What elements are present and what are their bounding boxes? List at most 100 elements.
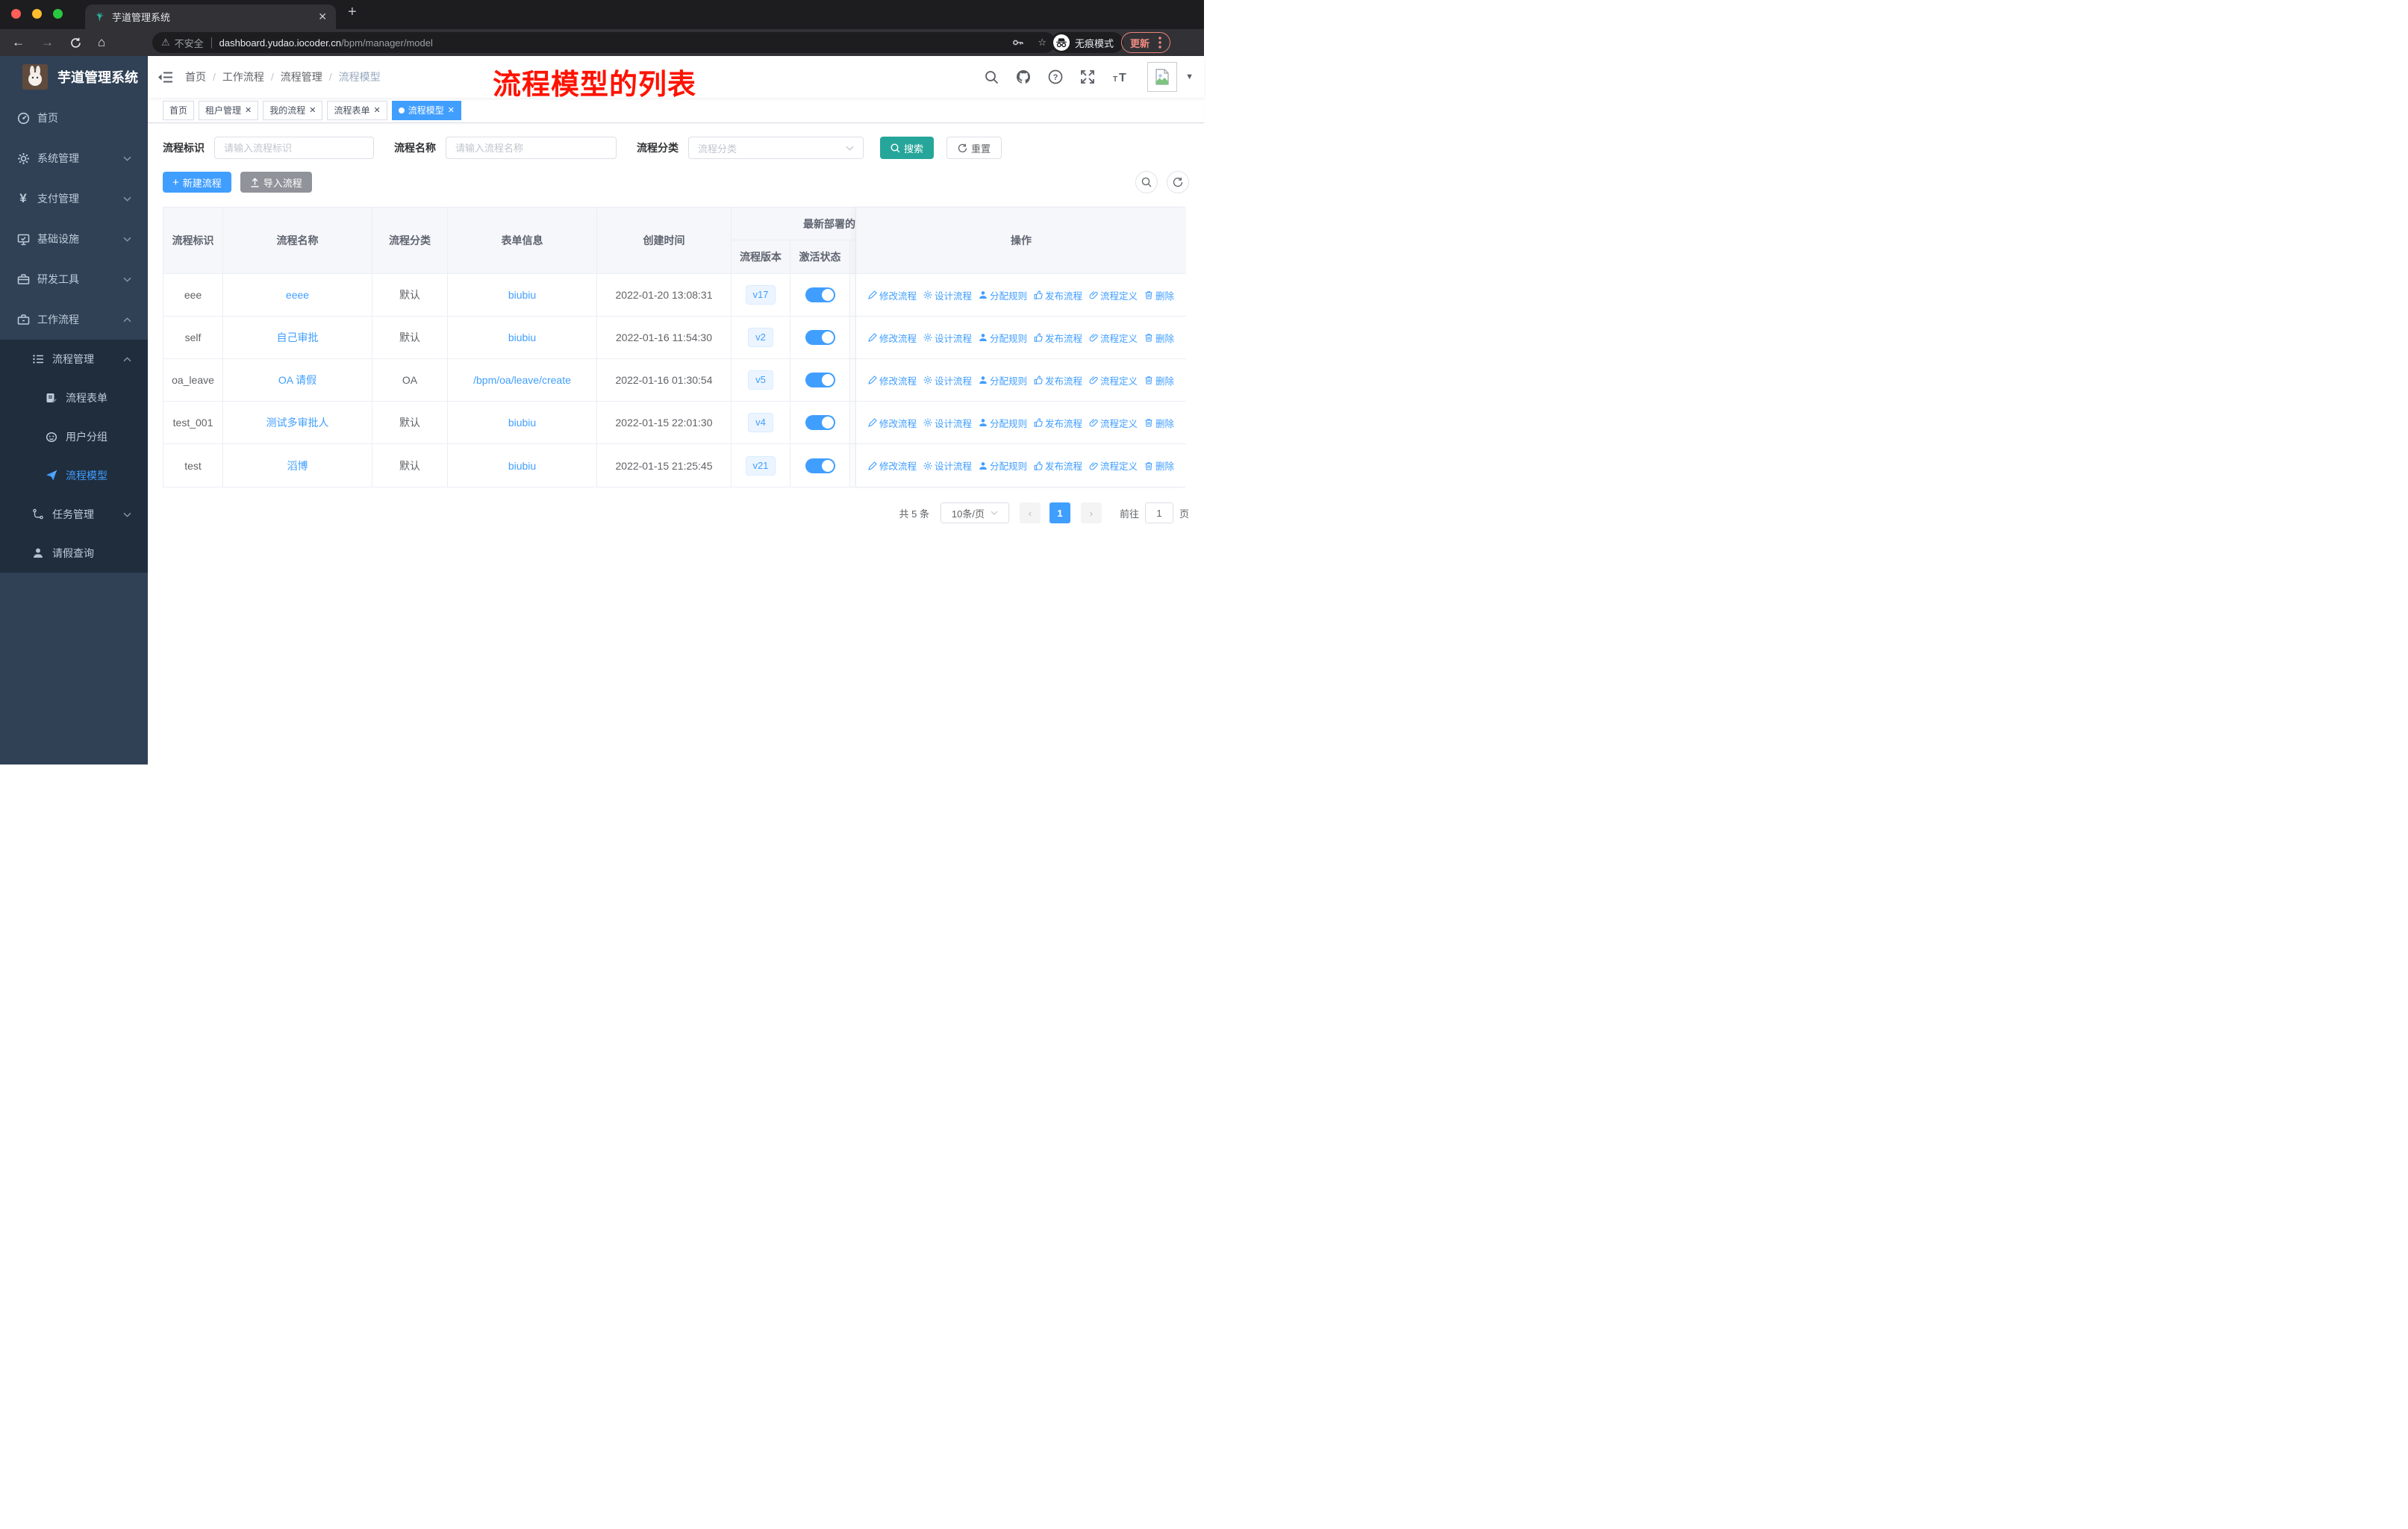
tag-process-model[interactable]: 流程模型 ✕ (391, 100, 461, 120)
toggle-search-button[interactable] (1135, 171, 1158, 193)
design-process-action[interactable]: 设计流程 (923, 288, 972, 302)
assign-rule-action[interactable]: 分配规则 (979, 331, 1027, 345)
tag-close-icon[interactable]: ✕ (448, 105, 455, 115)
publish-process-action[interactable]: 发布流程 (1034, 288, 1082, 302)
tag-my-process[interactable]: 我的流程 ✕ (263, 100, 323, 120)
publish-process-action[interactable]: 发布流程 (1034, 373, 1082, 387)
assign-rule-action[interactable]: 分配规则 (979, 458, 1027, 473)
design-process-action[interactable]: 设计流程 (923, 416, 972, 430)
browser-update-button[interactable]: 更新 (1121, 32, 1171, 53)
fullscreen-icon[interactable] (1080, 69, 1095, 84)
minimize-window-button[interactable] (32, 9, 42, 19)
sidebar-item-infrastructure[interactable]: 基础设施 (0, 219, 148, 259)
cell-process-name-link[interactable]: eeee (223, 274, 372, 316)
active-status-toggle[interactable] (805, 373, 835, 387)
modify-process-action[interactable]: 修改流程 (868, 458, 917, 473)
search-button[interactable]: 搜索 (880, 137, 935, 159)
refresh-table-button[interactable] (1167, 171, 1189, 193)
sidebar-logo[interactable]: 芋道管理系统 (0, 56, 148, 98)
cell-process-name-link[interactable]: 自己审批 (223, 317, 372, 358)
import-process-button[interactable]: 导入流程 (240, 172, 312, 193)
design-process-action[interactable]: 设计流程 (923, 373, 972, 387)
search-icon[interactable] (985, 70, 999, 84)
cell-form-link[interactable]: biubiu (448, 444, 597, 487)
tag-close-icon[interactable]: ✕ (245, 105, 252, 115)
sidebar-item-task-management[interactable]: 任务管理 (0, 495, 148, 534)
modify-process-action[interactable]: 修改流程 (868, 416, 917, 430)
version-tag[interactable]: v17 (745, 285, 776, 305)
assign-rule-action[interactable]: 分配规则 (979, 373, 1027, 387)
process-definition-action[interactable]: 流程定义 (1089, 458, 1138, 473)
design-process-action[interactable]: 设计流程 (923, 458, 972, 473)
back-button[interactable]: ← (12, 35, 25, 50)
sidebar-item-process-form[interactable]: 流程表单 (0, 379, 148, 417)
tab-close-icon[interactable]: ✕ (318, 10, 327, 23)
process-definition-action[interactable]: 流程定义 (1089, 416, 1138, 430)
active-status-toggle[interactable] (805, 458, 835, 473)
tag-home[interactable]: 首页 (163, 100, 195, 120)
delete-action[interactable]: 删除 (1144, 288, 1174, 302)
version-tag[interactable]: v5 (748, 370, 773, 390)
avatar-caret-down-icon[interactable]: ▼ (1185, 72, 1194, 81)
breadcrumb-process-management[interactable]: 流程管理 (281, 69, 322, 84)
publish-process-action[interactable]: 发布流程 (1034, 458, 1082, 473)
sidebar-collapse-hamburger-icon[interactable] (158, 71, 173, 84)
version-tag[interactable]: v2 (748, 328, 773, 347)
reload-button[interactable] (70, 37, 81, 49)
avatar[interactable] (1147, 62, 1178, 92)
cell-form-link[interactable]: biubiu (448, 274, 597, 316)
active-status-toggle[interactable] (805, 415, 835, 430)
breadcrumb-workflow[interactable]: 工作流程 (222, 69, 264, 84)
cell-process-name-link[interactable]: 滔博 (223, 444, 372, 487)
publish-process-action[interactable]: 发布流程 (1034, 331, 1082, 345)
forward-button[interactable]: → (41, 35, 54, 50)
process-definition-action[interactable]: 流程定义 (1089, 331, 1138, 345)
sidebar-item-system[interactable]: 系统管理 (0, 138, 148, 178)
modify-process-action[interactable]: 修改流程 (868, 288, 917, 302)
process-definition-action[interactable]: 流程定义 (1089, 373, 1138, 387)
delete-action[interactable]: 删除 (1144, 331, 1174, 345)
modify-process-action[interactable]: 修改流程 (868, 331, 917, 345)
sidebar-item-process-model[interactable]: 流程模型 (0, 456, 148, 495)
sidebar-item-process-management[interactable]: 流程管理 (0, 340, 148, 379)
cell-form-link[interactable]: biubiu (448, 317, 597, 358)
cell-form-link[interactable]: /bpm/oa/leave/create (448, 359, 597, 401)
sidebar-item-home[interactable]: 首页 (0, 98, 148, 138)
delete-action[interactable]: 删除 (1144, 373, 1174, 387)
modify-process-action[interactable]: 修改流程 (868, 373, 917, 387)
version-tag[interactable]: v21 (745, 455, 776, 476)
process-category-select[interactable]: 流程分类 (688, 137, 864, 159)
design-process-action[interactable]: 设计流程 (923, 331, 972, 345)
browser-menu-dots-icon[interactable] (1158, 37, 1161, 49)
publish-process-action[interactable]: 发布流程 (1034, 416, 1082, 430)
process-key-input[interactable] (214, 137, 374, 159)
assign-rule-action[interactable]: 分配规则 (979, 288, 1027, 302)
page-number-1[interactable]: 1 (1049, 502, 1070, 523)
home-button[interactable]: ⌂ (98, 35, 105, 50)
browser-tab[interactable]: 芋道管理系统 ✕ (85, 4, 336, 29)
version-tag[interactable]: v4 (748, 413, 773, 432)
github-icon[interactable] (1016, 69, 1031, 84)
cell-process-name-link[interactable]: OA 请假 (223, 359, 372, 401)
tag-close-icon[interactable]: ✕ (374, 105, 381, 115)
sidebar-item-user-group[interactable]: 用户分组 (0, 417, 148, 456)
breadcrumb-home[interactable]: 首页 (185, 69, 206, 84)
tag-tenant[interactable]: 租户管理 ✕ (199, 100, 259, 120)
cell-form-link[interactable]: biubiu (448, 402, 597, 443)
address-bar[interactable]: ⚠ 不安全 dashboard.yudao.iocoder.cn/bpm/man… (152, 32, 1055, 53)
assign-rule-action[interactable]: 分配规则 (979, 416, 1027, 430)
next-page-button[interactable]: › (1080, 502, 1102, 523)
tag-close-icon[interactable]: ✕ (309, 105, 316, 115)
goto-page-input[interactable] (1144, 502, 1173, 523)
delete-action[interactable]: 删除 (1144, 458, 1174, 473)
sidebar-item-workflow[interactable]: 工作流程 (0, 299, 148, 340)
create-process-button[interactable]: + 新建流程 (163, 172, 231, 193)
page-size-select[interactable]: 10条/页 (940, 502, 1009, 523)
help-icon[interactable]: ? (1048, 69, 1063, 84)
close-window-button[interactable] (11, 9, 21, 19)
reset-button[interactable]: 重置 (946, 137, 1002, 159)
sidebar-item-dev-tools[interactable]: 研发工具 (0, 259, 148, 299)
macos-traffic-lights[interactable] (11, 9, 63, 19)
process-name-input[interactable] (446, 137, 617, 159)
sidebar-item-payment[interactable]: ¥ 支付管理 (0, 178, 148, 219)
